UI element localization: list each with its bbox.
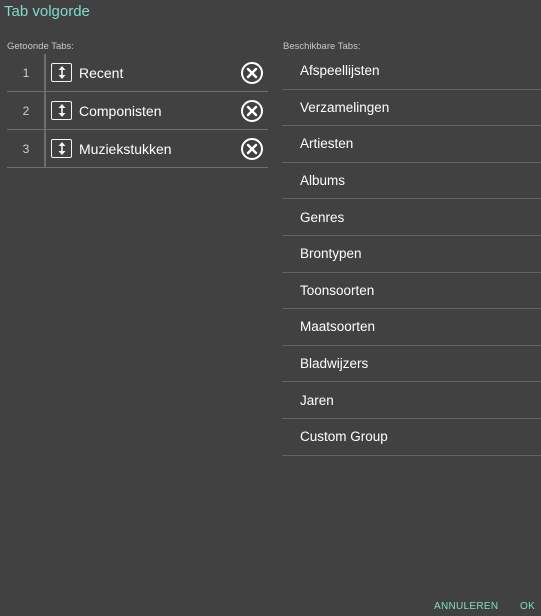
cancel-button[interactable]: ANNULEREN: [434, 601, 498, 612]
row-divider: [44, 92, 46, 129]
drag-handle-icon[interactable]: [51, 101, 72, 120]
shown-tab-label: Muziekstukken: [79, 140, 172, 157]
available-tab-item[interactable]: Custom Group: [282, 419, 541, 456]
row-index: 1: [22, 65, 30, 80]
available-tabs-label: Beschikbare Tabs:: [283, 41, 361, 52]
dialog-title: Tab volgorde: [4, 3, 90, 20]
row-index: 2: [22, 103, 30, 118]
available-tabs-list: Afspeellijsten Verzamelingen Artiesten A…: [282, 53, 541, 456]
shown-tabs-label: Getoonde Tabs:: [7, 41, 74, 52]
available-tab-item[interactable]: Jaren: [282, 382, 541, 419]
shown-tab-row[interactable]: 2 Componisten: [7, 92, 268, 130]
shown-tab-row[interactable]: 1 Recent: [7, 54, 268, 92]
shown-tab-label: Componisten: [79, 102, 162, 119]
available-tab-item[interactable]: Albums: [282, 163, 541, 200]
row-divider: [44, 130, 46, 167]
available-tab-item[interactable]: Toonsoorten: [282, 273, 541, 310]
ok-button[interactable]: OK: [520, 601, 535, 612]
available-tab-item[interactable]: Genres: [282, 199, 541, 236]
row-index: 3: [22, 141, 30, 156]
available-tab-item[interactable]: Verzamelingen: [282, 90, 541, 127]
available-tab-item[interactable]: Maatsoorten: [282, 309, 541, 346]
available-tab-item[interactable]: Brontypen: [282, 236, 541, 273]
available-tab-item[interactable]: Afspeellijsten: [282, 53, 541, 90]
shown-tab-row[interactable]: 3 Muziekstukken: [7, 130, 268, 168]
available-tab-item[interactable]: Bladwijzers: [282, 346, 541, 383]
drag-handle-icon[interactable]: [51, 139, 72, 158]
shown-tabs-list: 1 Recent 2 Componisten 3 Muziekstukken: [7, 54, 268, 168]
remove-circle-x-icon[interactable]: [240, 61, 264, 85]
available-tab-item[interactable]: Artiesten: [282, 126, 541, 163]
shown-tab-label: Recent: [79, 64, 124, 81]
row-divider: [44, 54, 46, 91]
remove-circle-x-icon[interactable]: [240, 137, 264, 161]
remove-circle-x-icon[interactable]: [240, 99, 264, 123]
drag-handle-icon[interactable]: [51, 63, 72, 82]
